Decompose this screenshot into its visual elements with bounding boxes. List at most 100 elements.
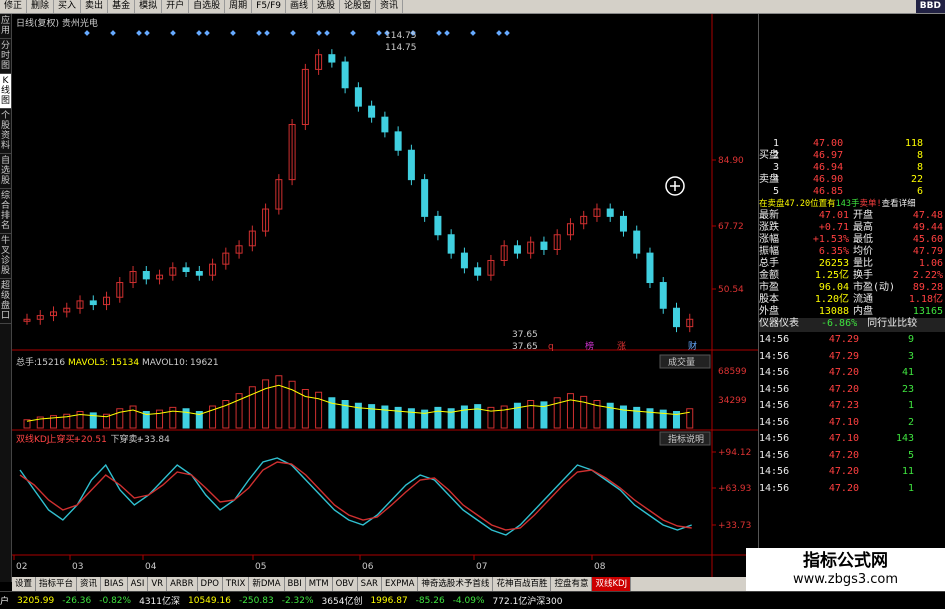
indicator-tab[interactable]: OBV: [333, 577, 358, 591]
kdj-tick-label: +63.93: [718, 484, 751, 494]
bbd-button[interactable]: BBD: [915, 0, 945, 13]
event-diamond: [350, 30, 356, 36]
volume-bar: [169, 406, 177, 429]
volume-bar: [527, 400, 535, 429]
indicator-tab[interactable]: EXPMA: [382, 577, 419, 591]
low-mark: 37.65: [512, 330, 538, 340]
event-diamond: [376, 30, 382, 36]
status-item: 1996.87: [370, 595, 408, 606]
volume-bar: [262, 379, 270, 429]
status-item: 3654亿创: [321, 597, 363, 607]
indicator-tab[interactable]: 新DMA: [249, 577, 285, 591]
event-diamond: [504, 30, 510, 36]
high-mark: 114.75: [385, 31, 417, 41]
quote-row: 买盘 2 46.97 8: [759, 150, 923, 161]
status-item: -26.36: [62, 595, 92, 606]
indicator-tab[interactable]: 资讯: [77, 577, 102, 591]
candle-body: [460, 252, 468, 269]
indicator-tab[interactable]: 指标平台: [36, 577, 78, 591]
indicator-tab[interactable]: 设置: [12, 577, 37, 591]
volume-bar: [76, 411, 84, 429]
status-item: -0.82%: [99, 595, 132, 606]
indicator-help-label: 指标说明: [668, 433, 704, 445]
event-diamond: [316, 30, 322, 36]
event-diamond: [264, 30, 270, 36]
status-item: 10549.16: [188, 595, 231, 606]
quote-row: 股本 1.20亿 流通 1.18亿: [759, 294, 943, 305]
indicator-tab[interactable]: ARBR: [167, 577, 198, 591]
quote-row: 涨跌 +0.71 最高 49.44: [759, 222, 943, 233]
chart-title: 日线(复权) 贵州光电: [16, 17, 98, 29]
vol-tick-label: 34299: [718, 396, 747, 406]
indicator-tab[interactable]: 双线KDJ: [592, 577, 632, 591]
candle-body: [142, 271, 150, 280]
event-diamond: [144, 30, 150, 36]
event-diamond: [470, 30, 476, 36]
quote-row: 14:56 47.20 1: [759, 482, 914, 494]
indicator-tab[interactable]: VR: [148, 577, 168, 591]
kdj-legend: 双线KDJ: [16, 433, 50, 445]
price-tick-label: 67.72: [718, 222, 744, 232]
watermark-url: www.zbgs3.com: [792, 572, 899, 587]
event-diamond: [496, 30, 502, 36]
event-diamond: [436, 30, 442, 36]
status-item: 3205.99: [17, 595, 55, 606]
candle-body: [659, 282, 667, 309]
price-tick-label: 84.90: [718, 156, 744, 166]
indicator-tab[interactable]: TRIX: [223, 577, 250, 591]
candle-body: [646, 252, 654, 284]
candle-body: [182, 267, 190, 273]
watermark-title: 指标公式网: [803, 551, 888, 571]
event-diamond: [256, 30, 262, 36]
candle-body: [354, 87, 362, 107]
indicator-tab[interactable]: ASI: [128, 577, 149, 591]
status-item: 772.1亿沪深300: [492, 597, 563, 607]
volume-bar: [580, 395, 588, 429]
kdj-tick-label: +94.12: [718, 448, 751, 458]
quote-row: 总手 26253 量比 1.06: [759, 258, 943, 269]
event-diamond: [110, 30, 116, 36]
indicator-tab[interactable]: 花神百战百胜: [493, 577, 552, 591]
indicator-tab[interactable]: DPO: [198, 577, 223, 591]
event-diamond: [196, 30, 202, 36]
indicator-tab[interactable]: BIAS: [101, 577, 128, 591]
quote-row: 卖盘 4 46.90 22: [759, 174, 923, 185]
status-item: -85.26: [415, 595, 445, 606]
quote-row: 仪器仪表 -6.86% 同行业比较: [759, 318, 945, 332]
quote-row: 最新 47.01 开盘 47.48: [759, 210, 943, 221]
volume-legend: MAVOL5:: [68, 358, 108, 368]
indicator-tab[interactable]: BBI: [285, 577, 306, 591]
candle-body: [447, 234, 455, 254]
quote-row: 14:56 47.20 11: [759, 466, 914, 477]
volume-bar: [129, 405, 137, 429]
volume-button-label: 成交量: [668, 356, 695, 368]
quote-row: 1 47.00 118: [773, 138, 923, 149]
volume-bar: [434, 406, 442, 429]
quote-row: 3 46.94 8: [773, 162, 923, 173]
candle-body: [368, 105, 376, 118]
price-tick-label: 50.54: [718, 285, 744, 295]
chart-area: 日线(复权) 贵州光电 84.90 67.72 50.54 114.75 114.75 37…: [12, 14, 758, 577]
event-diamond: [170, 30, 176, 36]
indicator-tab[interactable]: 控盘有意: [551, 577, 593, 591]
indicator-tab[interactable]: 神奇选股术予首线: [418, 577, 494, 591]
volume-bar: [275, 375, 283, 429]
x-tick-label: 04: [145, 562, 157, 572]
event-mark: 财: [688, 340, 697, 352]
quote-row: 14:56 47.20 23: [759, 383, 914, 395]
kdj-legend: +20.51: [74, 435, 107, 445]
vol-tick-label: 68599: [718, 367, 747, 377]
volume-bar: [686, 408, 694, 429]
indicator-tab[interactable]: SAR: [358, 577, 382, 591]
volume-bar: [566, 393, 574, 429]
event-diamond: [84, 30, 90, 36]
indicator-tab[interactable]: MTM: [306, 577, 333, 591]
volume-legend: 19621: [190, 358, 219, 368]
candle-body: [474, 267, 482, 276]
volume-bar: [341, 400, 349, 429]
event-mark: q: [548, 342, 554, 352]
kdj-tick-label: +33.73: [718, 521, 751, 531]
event-diamond: [444, 30, 450, 36]
candle-body: [672, 307, 680, 328]
candle-body: [195, 271, 203, 276]
